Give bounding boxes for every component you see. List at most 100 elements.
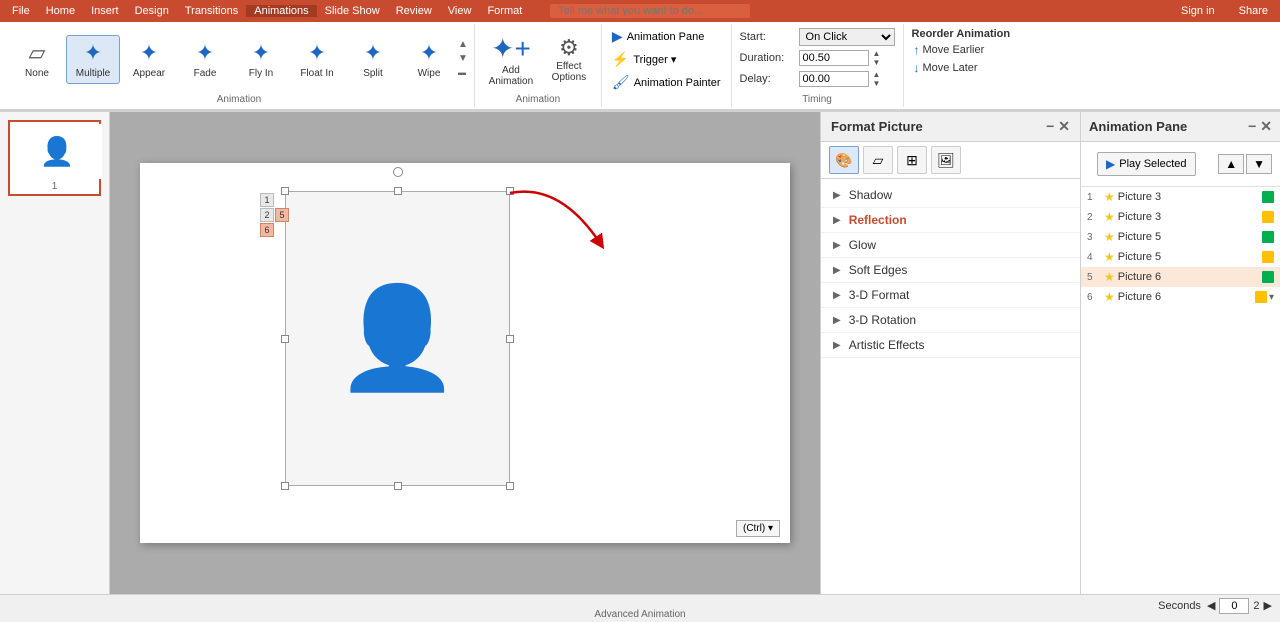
anim-pane-controls: − ✕: [1248, 118, 1272, 135]
anim-star-6: ★: [1104, 290, 1115, 304]
sort-up-btn[interactable]: ▲: [1218, 154, 1244, 174]
anim-item-5[interactable]: 5 ★ Picture 6: [1081, 267, 1280, 287]
delay-input[interactable]: [799, 71, 869, 87]
format-glow-row[interactable]: ▶ Glow: [821, 233, 1080, 258]
animation-list: 1 ★ Picture 3 2 ★ Picture 3 3 ★ Picture …: [1081, 187, 1280, 594]
format-panel-minimize[interactable]: −: [1046, 118, 1054, 135]
anim-split-btn[interactable]: ✦ Split: [346, 36, 400, 83]
anim-pane-close[interactable]: ✕: [1260, 118, 1272, 135]
format-artistic-effects-row[interactable]: ▶ Artistic Effects: [821, 333, 1080, 358]
selected-image[interactable]: 👤: [285, 191, 510, 486]
trigger-btn[interactable]: ⚡ Trigger ▾: [608, 49, 725, 70]
slide-thumb-1[interactable]: 👤 1: [8, 120, 101, 196]
anim-num-6: 6: [1087, 292, 1101, 303]
menu-home[interactable]: Home: [38, 5, 83, 17]
move-later-icon: ↓: [914, 61, 920, 75]
duration-input[interactable]: [799, 50, 869, 66]
shadow-expand-icon: ▶: [833, 190, 841, 201]
anim-wipe-btn[interactable]: ✦ Wipe: [402, 36, 456, 83]
format-3d-rotation-row[interactable]: ▶ 3-D Rotation: [821, 308, 1080, 333]
badge-1: 1: [260, 193, 274, 207]
format-panel-close[interactable]: ✕: [1058, 118, 1070, 135]
timing-section: Start: On Click With Previous After Prev…: [732, 24, 904, 107]
animation-pane-btn[interactable]: ▶ Animation Pane: [608, 26, 725, 47]
duration-spinner[interactable]: ▲▼: [873, 49, 881, 67]
floatin-label: Float In: [300, 68, 333, 79]
anim-name-5: Picture 6: [1118, 271, 1260, 283]
menu-review[interactable]: Review: [388, 5, 440, 17]
format-3d-format-row[interactable]: ▶ 3-D Format: [821, 283, 1080, 308]
anim-item-2[interactable]: 2 ★ Picture 3: [1081, 207, 1280, 227]
animation-scroll[interactable]: ▲ ▼ ▬: [458, 38, 468, 80]
menu-view[interactable]: View: [440, 5, 480, 17]
menu-slideshow[interactable]: Slide Show: [317, 5, 388, 17]
play-icon: ▶: [1106, 157, 1115, 171]
badge-5: 5: [275, 208, 289, 222]
ctrl-badge[interactable]: (Ctrl) ▾: [736, 520, 780, 537]
anim-star-5: ★: [1104, 270, 1115, 284]
anim-fade-btn[interactable]: ✦ Fade: [178, 36, 232, 83]
menu-design[interactable]: Design: [127, 5, 177, 17]
canvas-area[interactable]: 👤 1 2 5 6 (Ctrl) ▾: [110, 112, 820, 594]
anim-sort-btns: ▲ ▼: [1218, 154, 1272, 174]
menu-format[interactable]: Format: [479, 5, 530, 17]
anim-dropdown-6[interactable]: ▾: [1269, 292, 1274, 303]
play-selected-btn[interactable]: ▶ Play Selected: [1097, 152, 1196, 176]
format-tab-fill[interactable]: 🎨: [829, 146, 859, 174]
handle-br: [506, 482, 514, 490]
anim-star-1: ★: [1104, 190, 1115, 204]
share-btn[interactable]: Share: [1231, 5, 1276, 17]
search-input[interactable]: [550, 4, 750, 18]
flyin-label: Fly In: [249, 68, 273, 79]
glow-expand-icon: ▶: [833, 240, 841, 251]
format-tabs: 🎨 ▱ ⊞ 🖼: [821, 142, 1080, 179]
anim-item-6[interactable]: 6 ★ Picture 6 ▾: [1081, 287, 1280, 307]
anim-name-1: Picture 3: [1118, 191, 1260, 203]
start-select[interactable]: On Click With Previous After Previous: [799, 28, 895, 46]
anim-floatin-btn[interactable]: ✦ Float In: [290, 36, 344, 83]
anim-num-5: 5: [1087, 272, 1101, 283]
soft-edges-expand-icon: ▶: [833, 265, 841, 276]
add-animation-btn[interactable]: ✦+ AddAnimation: [481, 28, 541, 91]
menu-file[interactable]: File: [4, 5, 38, 17]
anim-flyin-btn[interactable]: ✦ Fly In: [234, 36, 288, 83]
anim-color-2: [1262, 211, 1274, 223]
handle-bm: [394, 482, 402, 490]
glow-label: Glow: [849, 238, 876, 252]
animation-section: ▱ None ✦ Multiple ✦ Appear ✦ Fade ✦ Fl: [4, 24, 475, 107]
format-soft-edges-row[interactable]: ▶ Soft Edges: [821, 258, 1080, 283]
menu-animations[interactable]: Animations: [246, 5, 316, 17]
anim-item-1[interactable]: 1 ★ Picture 3: [1081, 187, 1280, 207]
anim-pane-minimize[interactable]: −: [1248, 118, 1256, 135]
main-area: 👤 1 👤: [0, 112, 1280, 594]
move-later-btn[interactable]: ↓ Move Later: [912, 60, 1011, 76]
format-shadow-row[interactable]: ▶ Shadow: [821, 183, 1080, 208]
delay-spinner[interactable]: ▲▼: [873, 70, 881, 88]
menu-transitions[interactable]: Transitions: [177, 5, 246, 17]
anim-num-4: 4: [1087, 252, 1101, 263]
trigger-icon: ⚡: [612, 51, 629, 68]
format-tab-effects[interactable]: ▱: [863, 146, 893, 174]
anim-multiple-btn[interactable]: ✦ Multiple: [66, 35, 120, 84]
format-tab-picture[interactable]: 🖼: [931, 146, 961, 174]
move-earlier-icon: ↑: [914, 43, 920, 57]
anim-none-btn[interactable]: ▱ None: [10, 36, 64, 83]
format-reflection-row[interactable]: ▶ Reflection: [821, 208, 1080, 233]
sign-in-link[interactable]: Sign in: [1173, 5, 1223, 17]
sort-down-btn[interactable]: ▼: [1246, 154, 1272, 174]
menu-insert[interactable]: Insert: [83, 5, 127, 17]
ribbon-toolbar: ▱ None ✦ Multiple ✦ Appear ✦ Fade ✦ Fl: [0, 22, 1280, 111]
person-icon: 👤: [335, 280, 460, 397]
format-tab-size[interactable]: ⊞: [897, 146, 927, 174]
anim-name-3: Picture 5: [1118, 231, 1260, 243]
anim-appear-btn[interactable]: ✦ Appear: [122, 36, 176, 83]
anim-item-3[interactable]: 3 ★ Picture 5: [1081, 227, 1280, 247]
effect-options-btn[interactable]: ⚙ EffectOptions: [543, 31, 595, 87]
animation-pane-label: Animation Pane: [627, 31, 705, 43]
anim-color-3: [1262, 231, 1274, 243]
animation-painter-btn[interactable]: 🖌 Animation Painter: [608, 72, 725, 93]
move-earlier-btn[interactable]: ↑ Move Earlier: [912, 42, 1011, 58]
anim-item-4[interactable]: 4 ★ Picture 5: [1081, 247, 1280, 267]
3d-format-label: 3-D Format: [849, 288, 910, 302]
rotation-handle[interactable]: [393, 167, 403, 177]
